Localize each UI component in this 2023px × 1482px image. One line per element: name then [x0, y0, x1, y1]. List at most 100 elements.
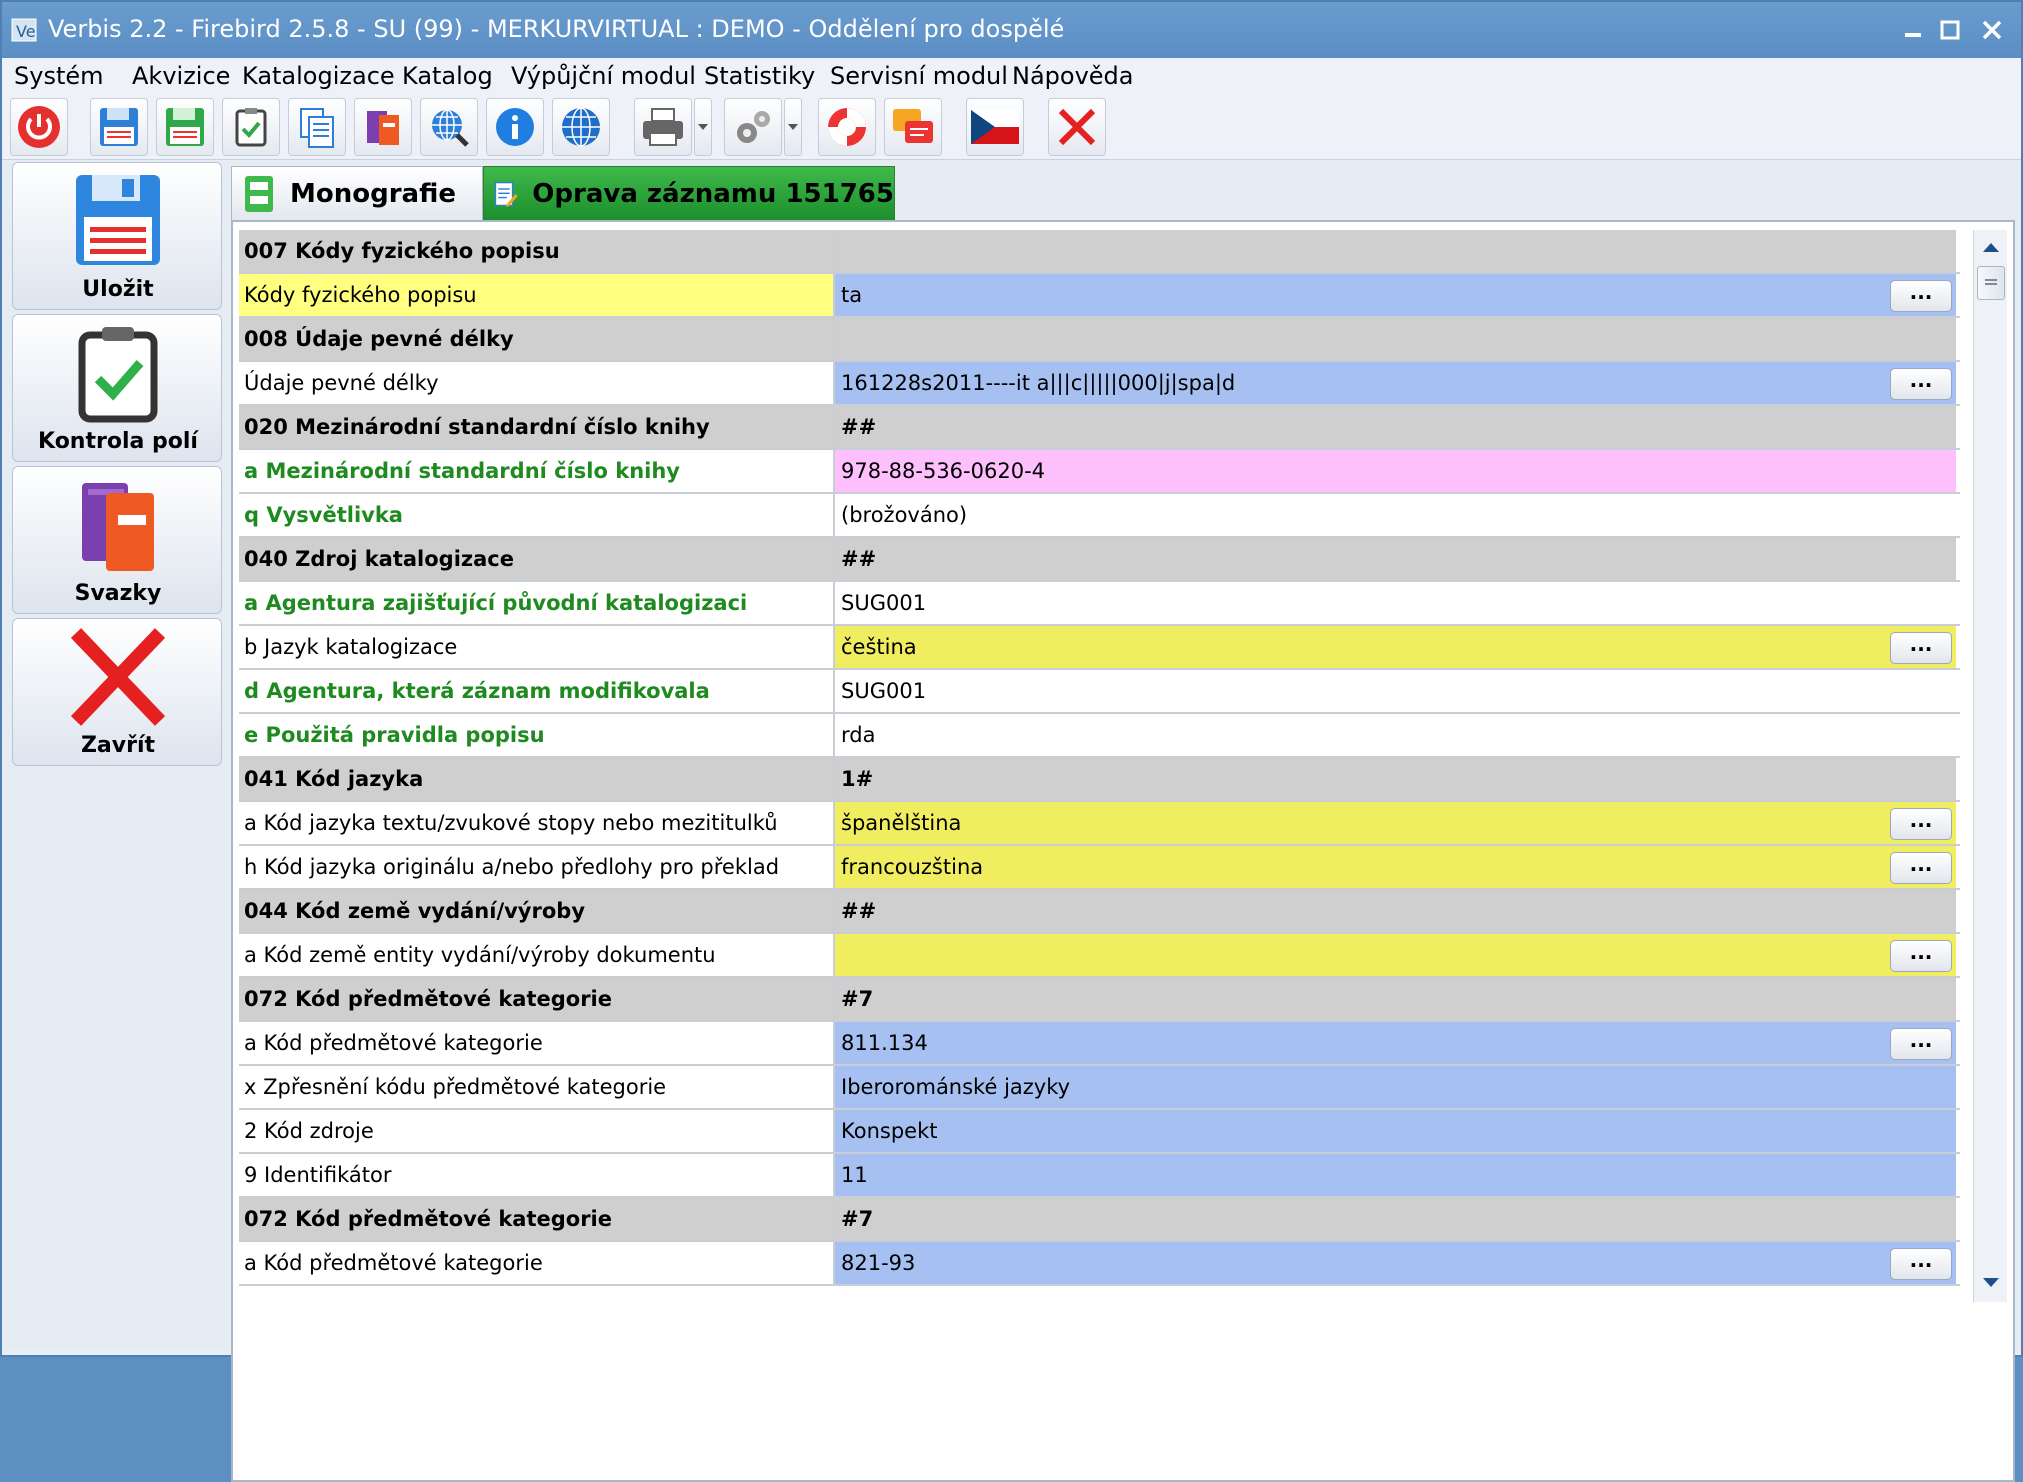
- menu-servisni-modul[interactable]: Servisní modul: [830, 62, 1008, 90]
- field-value[interactable]: 978-88-536-0620-4: [835, 450, 1956, 492]
- field-label: q Vysvětlivka: [239, 494, 835, 536]
- vertical-scrollbar[interactable]: [1973, 230, 2007, 1302]
- chat-icon: [893, 109, 933, 143]
- browse-button[interactable]: ...: [1890, 368, 1952, 400]
- menu-statistiky[interactable]: Statistiky: [704, 62, 815, 90]
- save-label: Uložit: [82, 277, 154, 302]
- field-value-text: ##: [841, 415, 877, 439]
- field-indicators: #7: [835, 978, 1956, 1020]
- tab-monografie-label: Monografie: [290, 178, 456, 209]
- menu-vypujcni-modul[interactable]: Výpůjční modul: [511, 62, 696, 90]
- browse-button[interactable]: ...: [1890, 852, 1952, 884]
- save-icon: [76, 175, 160, 265]
- books-icon: [367, 111, 399, 145]
- field-label: 020 Mezinárodní standardní číslo knihy: [239, 406, 835, 448]
- field-value[interactable]: čeština...: [835, 626, 1956, 668]
- toolbar-web-button[interactable]: [552, 98, 610, 156]
- tab-monografie[interactable]: Monografie: [231, 166, 483, 220]
- field-value[interactable]: rda: [835, 714, 1956, 756]
- field-value[interactable]: SUG001: [835, 582, 1956, 624]
- browse-button[interactable]: ...: [1890, 940, 1952, 972]
- subfield-row: x Zpřesnění kódu předmětové kategorie Ibe…: [239, 1066, 1960, 1110]
- field-value[interactable]: SUG001: [835, 670, 1956, 712]
- browse-button[interactable]: ...: [1890, 632, 1952, 664]
- grip-icon: [1985, 279, 1997, 285]
- field-label: d Agentura, která záznam modifikovala: [239, 670, 835, 712]
- field-value[interactable]: 821-93...: [835, 1242, 1956, 1284]
- scroll-down-button[interactable]: [1976, 1268, 2006, 1298]
- toolbar-info-button[interactable]: [486, 98, 544, 156]
- toolbar-check-button[interactable]: [222, 98, 280, 156]
- check-fields-button[interactable]: Kontrola polí: [12, 314, 222, 462]
- close-window-button[interactable]: [1974, 12, 2010, 48]
- books-icon: [82, 483, 154, 571]
- chevron-down-icon: [698, 124, 708, 130]
- lifebuoy-icon: [828, 108, 866, 146]
- field-value-text: 811.134: [841, 1031, 928, 1055]
- menu-akvizice[interactable]: Akvizice: [132, 62, 230, 90]
- scroll-thumb[interactable]: [1977, 266, 2005, 300]
- close-button[interactable]: Zavřít: [12, 618, 222, 766]
- menu-bar: Systém Akvizice Katalogizace Katalog Výp…: [2, 58, 2021, 94]
- toolbar-settings-button[interactable]: [724, 98, 782, 156]
- toolbar-volumes-button[interactable]: [354, 98, 412, 156]
- menu-system[interactable]: Systém: [14, 62, 104, 90]
- field-value[interactable]: 161228s2011----it a|||c|||||000|j|spa|d.…: [835, 362, 1956, 404]
- menu-katalogizace[interactable]: Katalogizace: [242, 62, 395, 90]
- tab-record-edit[interactable]: Oprava záznamu 151765: [483, 166, 895, 220]
- minimize-icon: [1905, 33, 1921, 37]
- left-action-panel: Uložit Kontrola polí Svazky Zavřít: [2, 160, 228, 1350]
- toolbar-exit-button[interactable]: [10, 98, 68, 156]
- field-value[interactable]: francouzština...: [835, 846, 1956, 888]
- field-label: 9 Identifikátor: [239, 1154, 835, 1196]
- field-label: Kódy fyzického popisu: [239, 274, 835, 316]
- browse-button[interactable]: ...: [1890, 1028, 1952, 1060]
- field-value-text: #7: [841, 1207, 874, 1231]
- volumes-button[interactable]: Svazky: [12, 466, 222, 614]
- field-header-row: 008 Údaje pevné délky: [239, 318, 1960, 362]
- scroll-up-icon: [1983, 243, 1999, 252]
- field-value[interactable]: Konspekt: [835, 1110, 1956, 1152]
- browse-button[interactable]: ...: [1890, 808, 1952, 840]
- scroll-up-button[interactable]: [1976, 232, 2006, 262]
- menu-napoveda[interactable]: Nápověda: [1012, 62, 1134, 90]
- save-green-icon: [166, 108, 204, 146]
- field-value[interactable]: ...: [835, 934, 1956, 976]
- field-header-row: 020 Mezinárodní standardní číslo knihy ##: [239, 406, 1960, 450]
- toolbar-save-green-button[interactable]: [156, 98, 214, 156]
- field-header-row: 072 Kód předmětové kategorie #7: [239, 1198, 1960, 1242]
- browse-button[interactable]: ...: [1890, 1248, 1952, 1280]
- toolbar-print-dropdown[interactable]: [694, 98, 712, 156]
- field-value[interactable]: španělština...: [835, 802, 1956, 844]
- browse-button[interactable]: ...: [1890, 280, 1952, 312]
- toolbar-documents-button[interactable]: [288, 98, 346, 156]
- toolbar-messages-button[interactable]: [884, 98, 942, 156]
- field-header-row: 007 Kódy fyzického popisu: [239, 230, 1960, 274]
- maximize-button[interactable]: [1932, 12, 1968, 48]
- field-label: a Kód země entity vydání/výroby dokument…: [239, 934, 835, 976]
- tab-record-edit-label: Oprava záznamu 151765: [532, 178, 894, 209]
- field-label: h Kód jazyka originálu a/nebo předlohy p…: [239, 846, 835, 888]
- field-label: 072 Kód předmětové kategorie: [239, 1198, 835, 1240]
- field-indicators: ##: [835, 538, 1956, 580]
- toolbar-settings-dropdown[interactable]: [784, 98, 802, 156]
- field-label: a Kód předmětové kategorie: [239, 1242, 835, 1284]
- field-value[interactable]: ta...: [835, 274, 1956, 316]
- toolbar-search-web-button[interactable]: [420, 98, 478, 156]
- toolbar-print-button[interactable]: [634, 98, 692, 156]
- minimize-button[interactable]: [1895, 12, 1931, 48]
- field-value[interactable]: Iberorománské jazyky: [835, 1066, 1956, 1108]
- field-value[interactable]: 811.134...: [835, 1022, 1956, 1064]
- save-button[interactable]: Uložit: [12, 162, 222, 310]
- field-value[interactable]: 11: [835, 1154, 1956, 1196]
- field-header-row: 041 Kód jazyka 1#: [239, 758, 1960, 802]
- field-value-text: čeština: [841, 635, 917, 659]
- menu-katalog[interactable]: Katalog: [402, 62, 493, 90]
- toolbar-help-button[interactable]: [818, 98, 876, 156]
- toolbar-language-button[interactable]: [966, 98, 1024, 156]
- field-indicators: 1#: [835, 758, 1956, 800]
- toolbar-close-button[interactable]: [1048, 98, 1106, 156]
- field-value[interactable]: (brožováno): [835, 494, 1956, 536]
- documents-icon: [300, 108, 334, 148]
- toolbar-save-button[interactable]: [90, 98, 148, 156]
